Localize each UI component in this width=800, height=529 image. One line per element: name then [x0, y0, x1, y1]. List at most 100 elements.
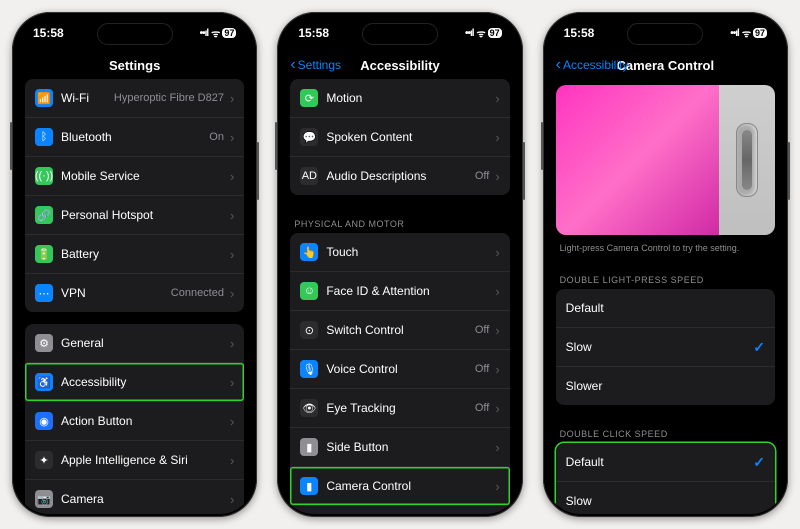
- nav-bar: Settings: [15, 51, 254, 79]
- motion-icon: ⟳: [300, 89, 318, 107]
- row-label: Audio Descriptions: [326, 169, 475, 183]
- touch-icon: 👆: [300, 243, 318, 261]
- clock: 15:58: [298, 26, 329, 40]
- preview-hint: Light-press Camera Control to try the se…: [560, 243, 771, 253]
- chevron-right-icon: ›: [495, 362, 499, 377]
- chevron-right-icon: ›: [495, 91, 499, 106]
- row-face-id-attention[interactable]: ☺ Face ID & Attention ›: [290, 271, 509, 310]
- row-side-button[interactable]: ▮Side Button›: [290, 427, 509, 466]
- row-personal-hotspot[interactable]: 🔗Personal Hotspot›: [25, 195, 244, 234]
- nav-bar: ‹ Accessibility Camera Control: [546, 51, 785, 79]
- nav-title: Accessibility: [360, 58, 440, 73]
- camera-control-icon: ▮: [300, 477, 318, 495]
- row-default[interactable]: Default: [556, 289, 775, 327]
- action-button-icon: ◉: [35, 412, 53, 430]
- row-camera-control[interactable]: ▮ Camera Control ›: [290, 466, 509, 505]
- chevron-right-icon: ›: [495, 284, 499, 299]
- row-mobile-service[interactable]: ((·))Mobile Service›: [25, 156, 244, 195]
- row-label: Default: [566, 301, 765, 315]
- battery-indicator: 97: [222, 28, 236, 38]
- chevron-right-icon: ›: [230, 247, 234, 262]
- row-battery[interactable]: 🔋 Battery ›: [25, 234, 244, 273]
- section-header-doubleclick: DOUBLE CLICK SPEED: [546, 417, 785, 443]
- cell-signal-icon: ••ıl: [200, 28, 209, 39]
- face-id-attention-icon: ☺: [300, 282, 318, 300]
- chevron-right-icon: ›: [495, 323, 499, 338]
- phone-settings: 15:58 ••ıl ᯤ 97 Settings 📶Wi-FiHyperopti…: [12, 12, 257, 517]
- row-wi-fi[interactable]: 📶Wi-FiHyperoptic Fibre D827›: [25, 79, 244, 117]
- chevron-right-icon: ›: [230, 492, 234, 507]
- dynamic-island: [362, 23, 438, 45]
- battery-indicator: 97: [753, 28, 767, 38]
- row-voice-control[interactable]: 🎙Voice ControlOff›: [290, 349, 509, 388]
- row-default[interactable]: Default✓: [556, 443, 775, 481]
- chevron-left-icon: ‹: [556, 57, 561, 73]
- row-value: Off: [475, 324, 489, 336]
- camera-control-preview[interactable]: [556, 85, 775, 235]
- preview-wallpaper: [556, 85, 719, 235]
- chevron-right-icon: ›: [230, 169, 234, 184]
- row-label: Touch: [326, 245, 491, 259]
- battery-icon: 🔋: [35, 245, 53, 263]
- physical-motor-group: 👆 Touch › ☺ Face ID & Attention › ⊙ Switch Cont…: [290, 233, 509, 514]
- row-slow[interactable]: Slow✓: [556, 327, 775, 366]
- chevron-right-icon: ›: [495, 440, 499, 455]
- cell-signal-icon: ••ıl: [730, 28, 739, 39]
- row-label: Face ID & Attention: [326, 284, 491, 298]
- chevron-right-icon: ›: [230, 336, 234, 351]
- camera-control-button-graphic: [736, 123, 758, 197]
- preview-phone-side: [719, 85, 775, 235]
- row-label: Camera Control: [326, 479, 491, 493]
- row-label: Bluetooth: [61, 130, 209, 144]
- row-label: Switch Control: [326, 323, 475, 337]
- row-label: Motion: [326, 91, 491, 105]
- row-apple-intelligence-siri[interactable]: ✦Apple Intelligence & Siri›: [25, 440, 244, 479]
- row-value: Hyperoptic Fibre D827: [114, 92, 224, 104]
- back-button[interactable]: ‹ Settings: [290, 57, 341, 73]
- back-label: Accessibility: [563, 58, 628, 72]
- chevron-right-icon: ›: [495, 130, 499, 145]
- row-label: Apple Intelligence & Siri: [61, 453, 226, 467]
- switch-control-icon: ⊙: [300, 321, 318, 339]
- nav-title: Camera Control: [617, 58, 715, 73]
- row-action-button[interactable]: ◉Action Button›: [25, 401, 244, 440]
- chevron-right-icon: ›: [495, 479, 499, 494]
- row-label: Slow: [566, 494, 765, 508]
- chevron-right-icon: ›: [495, 245, 499, 260]
- light-press-speed-group: Default Slow✓Slower: [556, 289, 775, 405]
- wifi-icon: ᯤ: [742, 26, 750, 40]
- chevron-left-icon: ‹: [290, 57, 295, 73]
- section-header-physical: PHYSICAL AND MOTOR: [280, 207, 519, 233]
- back-button[interactable]: ‹ Accessibility: [556, 57, 629, 73]
- row-bluetooth[interactable]: ᛒBluetoothOn›: [25, 117, 244, 156]
- row-spoken-content[interactable]: 💬Spoken Content›: [290, 117, 509, 156]
- cell-signal-icon: ••ıl: [465, 28, 474, 39]
- row-label: Side Button: [326, 440, 491, 454]
- personal-hotspot-icon: 🔗: [35, 206, 53, 224]
- row-label: Mobile Service: [61, 169, 226, 183]
- voice-control-icon: 🎙: [300, 360, 318, 378]
- row-switch-control[interactable]: ⊙ Switch ControlOff ›: [290, 310, 509, 349]
- chevron-right-icon: ›: [495, 169, 499, 184]
- row-apple-watch-mirroring[interactable]: ⌚Apple Watch Mirroring›: [290, 505, 509, 514]
- row-label: Battery: [61, 247, 226, 261]
- row-slower[interactable]: Slower: [556, 366, 775, 405]
- row-slow[interactable]: Slow: [556, 481, 775, 514]
- audio-descriptions-icon: AD: [300, 167, 318, 185]
- row-general[interactable]: ⚙General›: [25, 324, 244, 362]
- row-camera[interactable]: 📷Camera›: [25, 479, 244, 514]
- row-label: General: [61, 336, 226, 350]
- checkmark-icon: ✓: [753, 454, 765, 471]
- row-accessibility[interactable]: ♿Accessibility›: [25, 362, 244, 401]
- row-eye-tracking[interactable]: 👁Eye TrackingOff›: [290, 388, 509, 427]
- row-label: VPN: [61, 286, 171, 300]
- wi-fi-icon: 📶: [35, 89, 53, 107]
- section-header-lightpress: DOUBLE LIGHT-PRESS SPEED: [546, 263, 785, 289]
- row-audio-descriptions[interactable]: ADAudio DescriptionsOff›: [290, 156, 509, 195]
- row-label: Action Button: [61, 414, 226, 428]
- row-vpn[interactable]: ⋯VPNConnected›: [25, 273, 244, 312]
- row-label: Wi-Fi: [61, 91, 114, 105]
- row-motion[interactable]: ⟳ Motion ›: [290, 79, 509, 117]
- dynamic-island: [97, 23, 173, 45]
- row-touch[interactable]: 👆 Touch ›: [290, 233, 509, 271]
